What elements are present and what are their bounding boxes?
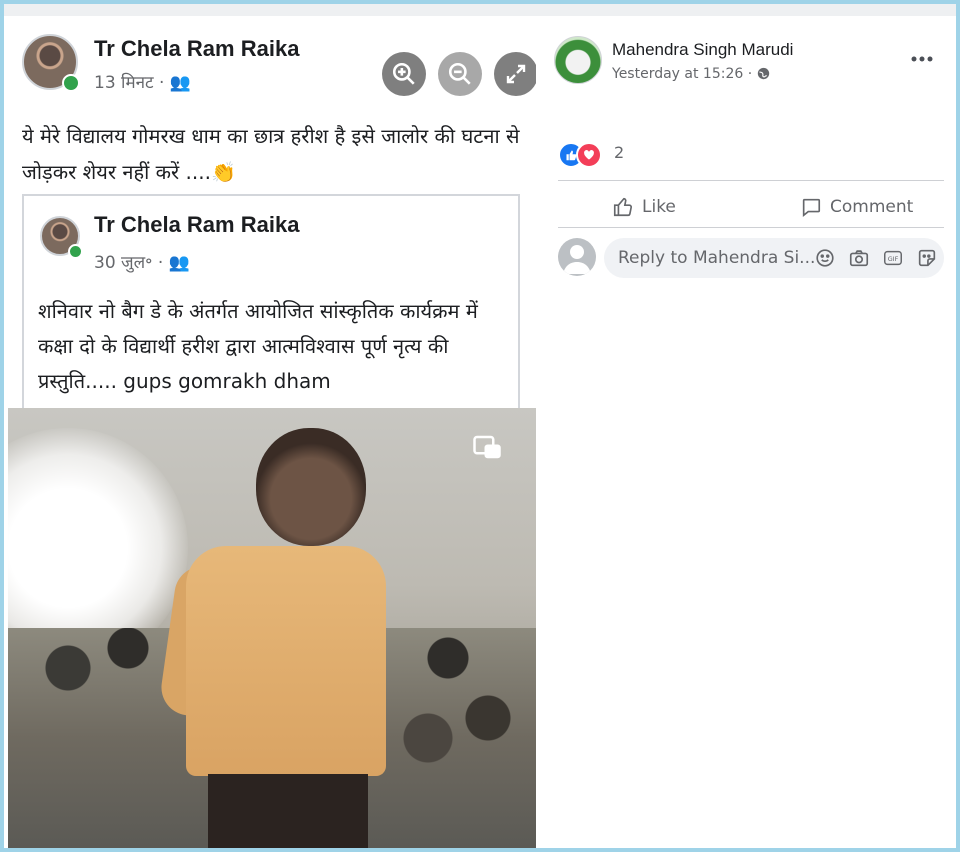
- svg-text:GIF: GIF: [888, 255, 899, 263]
- comment-label: Comment: [830, 197, 914, 217]
- user-avatar: [558, 238, 596, 276]
- comment-panel: Mahendra Singh Marudi Yesterday at 15:26…: [552, 20, 956, 848]
- author-name: Tr Chela Ram Raika: [94, 36, 300, 61]
- shared-post-meta: 30 जुल॰ · 👥: [94, 253, 190, 273]
- poster-time-text: Yesterday at 15:26 ·: [612, 66, 753, 82]
- boy-pants: [208, 774, 368, 848]
- more-icon: [911, 56, 933, 62]
- comment-button[interactable]: Comment: [800, 190, 913, 224]
- boy-head: [256, 428, 366, 546]
- boy-shirt: [186, 546, 386, 776]
- post-meta: 13 मिनट · 👥: [94, 73, 191, 93]
- fullscreen-icon: [494, 52, 536, 96]
- zoom-controls: [382, 52, 536, 96]
- post-header: Tr Chela Ram Raika 13 मिनट · 👥: [22, 34, 536, 96]
- shared-post-text: शनिवार नो बैग डे के अंतर्गत आयोजित सांस्…: [38, 299, 478, 393]
- poster-time[interactable]: Yesterday at 15:26 ·: [612, 66, 770, 82]
- emoji-icon[interactable]: [814, 247, 836, 269]
- like-button[interactable]: Like: [612, 190, 676, 224]
- zoom-in-icon: [382, 52, 426, 96]
- divider: [558, 180, 944, 181]
- love-reaction-icon: [576, 142, 602, 168]
- gif-icon[interactable]: GIF: [882, 247, 904, 269]
- comment-icon: [802, 198, 821, 217]
- shared-author-name: Tr Chela Ram Raika: [94, 212, 300, 237]
- sticker-icon[interactable]: [916, 247, 938, 269]
- reply-tools: GIF: [814, 247, 938, 269]
- reply-placeholder: Reply to Mahendra Si...: [618, 248, 816, 268]
- divider: [558, 227, 944, 228]
- post-text: ये मेरे विद्यालय गोमरख धाम का छात्र हरीश…: [22, 124, 520, 184]
- shared-post-card: Tr Chela Ram Raika 30 जुल॰ · 👥 शनिवार नो…: [22, 194, 520, 424]
- poster-avatar[interactable]: [554, 36, 602, 84]
- screenshot-frame: Tr Chela Ram Raika 13 मिनट · 👥 ये मेरे व…: [4, 4, 956, 848]
- shared-image[interactable]: Tr Chela Ram Raika 13 मिनट · 👥 ये मेरे व…: [8, 20, 536, 848]
- camera-icon[interactable]: [848, 247, 870, 269]
- reaction-count: 2: [614, 143, 625, 162]
- zoom-out-icon: [438, 52, 482, 96]
- more-options-button[interactable]: [906, 46, 938, 70]
- globe-icon: [757, 67, 769, 80]
- like-label: Like: [642, 197, 676, 217]
- online-status-icon: [68, 244, 83, 259]
- picture-in-picture-icon: [472, 432, 502, 462]
- online-status-icon: [62, 74, 80, 92]
- poster-name[interactable]: Mahendra Singh Marudi: [612, 40, 793, 60]
- top-strip: [4, 4, 956, 16]
- thumbs-up-icon: [613, 197, 632, 217]
- video-still: [8, 408, 536, 848]
- reply-input[interactable]: Reply to Mahendra Si... GIF: [604, 238, 944, 278]
